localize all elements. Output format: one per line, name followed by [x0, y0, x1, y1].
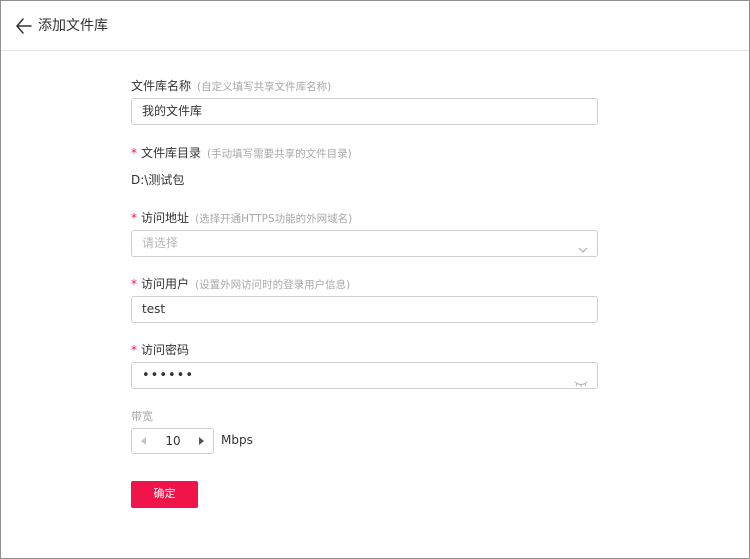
address-label-row: * 访问地址 (选择开通HTTPS功能的外网域名) [131, 210, 352, 227]
required-mark: * [131, 277, 137, 291]
name-label: 文件库名称 [131, 79, 192, 93]
bandwidth-label: 带宽 [131, 410, 153, 423]
arrow-left-icon[interactable] [14, 16, 34, 36]
triangle-right-icon[interactable] [191, 429, 213, 453]
address-placeholder: 请选择 [142, 236, 179, 250]
dir-label: 文件库目录 [141, 146, 202, 160]
required-mark: * [131, 211, 137, 225]
password-label-row: * 访问密码 [131, 342, 189, 358]
access-address-select[interactable]: 请选择 [131, 230, 598, 257]
name-hint: (自定义填写共享文件库名称) [197, 81, 332, 93]
eye-closed-icon[interactable] [574, 372, 588, 387]
confirm-button[interactable]: 确定 [131, 481, 198, 508]
access-password-input[interactable]: •••••• [131, 362, 598, 389]
name-label-row: 文件库名称 (自定义填写共享文件库名称) [131, 78, 331, 95]
library-name-input[interactable]: 我的文件库 [131, 98, 598, 125]
page-title: 添加文件库 [38, 18, 108, 34]
library-dir-value: D:\测试包 [131, 173, 185, 187]
app-window: 添加文件库 文件库名称 (自定义填写共享文件库名称) 我的文件库 * 文件库目录 (手… [0, 0, 750, 559]
user-hint: (设置外网访问时的登录用户信息) [195, 279, 351, 291]
bandwidth-stepper[interactable]: 10 [131, 428, 214, 454]
address-label: 访问地址 [141, 211, 190, 225]
dir-hint: (手动填写需要共享的文件目录) [207, 148, 352, 160]
password-value: •••••• [142, 368, 195, 383]
required-mark: * [131, 146, 137, 160]
triangle-left-icon[interactable] [132, 429, 154, 453]
page-header: 添加文件库 [1, 1, 749, 51]
bandwidth-value[interactable]: 10 [154, 429, 192, 453]
required-mark: * [131, 343, 137, 357]
user-label: 访问用户 [141, 277, 190, 291]
user-label-row: * 访问用户 (设置外网访问时的登录用户信息) [131, 276, 350, 293]
dir-label-row: * 文件库目录 (手动填写需要共享的文件目录) [131, 145, 352, 162]
address-hint: (选择开通HTTPS功能的外网域名) [195, 213, 353, 225]
bandwidth-unit: Mbps [221, 433, 253, 447]
password-label: 访问密码 [141, 343, 190, 357]
chevron-down-icon [578, 239, 588, 253]
access-user-input[interactable]: test [131, 296, 598, 323]
